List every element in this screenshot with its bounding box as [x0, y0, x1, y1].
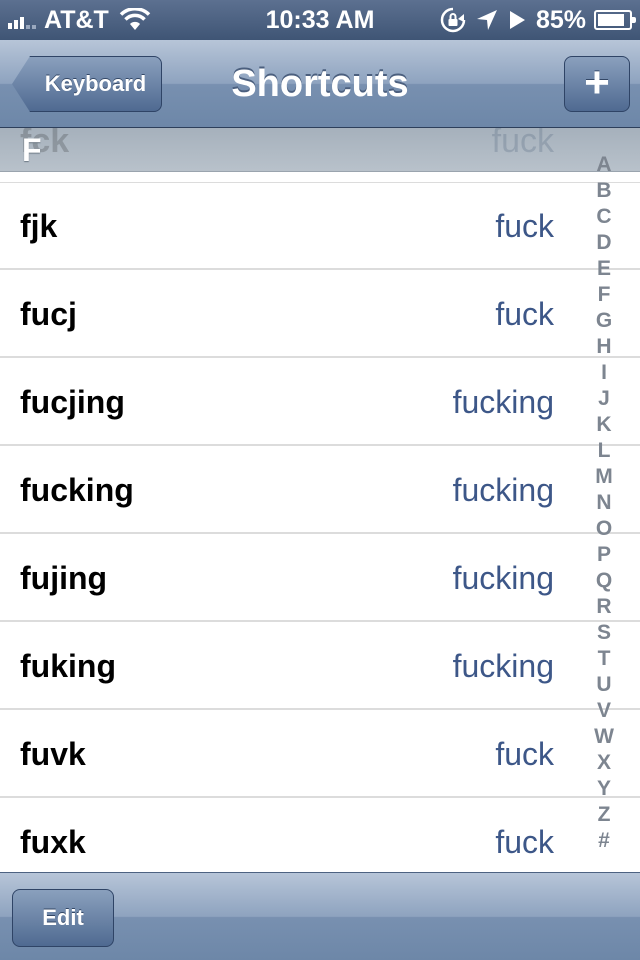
index-letter[interactable]: J: [598, 386, 610, 412]
phrase-text: fucking: [452, 648, 554, 684]
index-letter[interactable]: X: [597, 750, 611, 776]
index-letter[interactable]: M: [595, 464, 613, 490]
phrase-text: fuck: [495, 208, 554, 244]
add-shortcut-button[interactable]: +: [564, 56, 630, 112]
list-item[interactable]: fjk fuck: [0, 182, 640, 270]
index-letter[interactable]: N: [596, 490, 611, 516]
index-letter[interactable]: W: [594, 724, 614, 750]
index-letter[interactable]: S: [597, 620, 611, 646]
shortcut-list: fjk fuck fucj fuck fucjing fucking fucki…: [0, 182, 640, 886]
section-letter: F: [22, 132, 42, 168]
section-index[interactable]: A B C D E F G H I J K L M N O P Q R S T …: [592, 152, 616, 854]
index-letter[interactable]: #: [598, 828, 610, 854]
index-letter[interactable]: I: [601, 360, 607, 386]
list-item[interactable]: fucjing fucking: [0, 358, 640, 446]
list-item[interactable]: fuking fucking: [0, 622, 640, 710]
index-letter[interactable]: V: [597, 698, 611, 724]
section-header: fck fuck F: [0, 128, 640, 172]
play-icon: [509, 11, 525, 29]
index-letter[interactable]: T: [598, 646, 611, 672]
shortcut-text: fucking: [20, 472, 134, 508]
shortcut-text: fucj: [20, 296, 77, 332]
battery-icon: [594, 10, 636, 30]
index-letter[interactable]: G: [596, 308, 612, 334]
status-bar: AT&T 10:33 AM 85%: [0, 0, 640, 40]
index-letter[interactable]: L: [598, 438, 611, 464]
shortcut-text: fujing: [20, 560, 108, 596]
index-letter[interactable]: K: [596, 412, 611, 438]
list-item[interactable]: fuvk fuck: [0, 710, 640, 798]
battery-fill: [598, 14, 624, 26]
bottom-toolbar: Edit: [0, 872, 640, 960]
edit-button[interactable]: Edit: [12, 889, 114, 947]
back-button-keyboard[interactable]: Keyboard: [12, 56, 162, 112]
index-letter[interactable]: D: [596, 230, 611, 256]
index-letter[interactable]: Z: [598, 802, 611, 828]
rotation-lock-icon: [440, 7, 466, 33]
index-letter[interactable]: C: [596, 204, 611, 230]
index-letter[interactable]: Y: [597, 776, 611, 802]
index-letter[interactable]: A: [596, 152, 611, 178]
index-letter[interactable]: B: [596, 178, 611, 204]
index-letter[interactable]: R: [596, 594, 611, 620]
index-letter[interactable]: F: [598, 282, 611, 308]
index-letter[interactable]: E: [597, 256, 611, 282]
shortcut-text: fjk: [20, 208, 58, 244]
index-letter[interactable]: O: [596, 516, 612, 542]
phrase-text: fucking: [452, 560, 554, 596]
shortcut-text: fuking: [20, 648, 116, 684]
navigation-bar: Shortcuts Keyboard +: [0, 40, 640, 128]
list-item[interactable]: fucj fuck: [0, 270, 640, 358]
index-letter[interactable]: H: [596, 334, 611, 360]
shortcut-text: fuvk: [20, 736, 86, 772]
list-item[interactable]: fucking fucking: [0, 446, 640, 534]
phrase-text: fucking: [452, 472, 554, 508]
section-header-ghost-phrase: fuck: [491, 128, 554, 160]
index-letter[interactable]: Q: [596, 568, 612, 594]
list-item[interactable]: fujing fucking: [0, 534, 640, 622]
index-letter[interactable]: U: [596, 672, 611, 698]
location-icon: [476, 10, 497, 30]
phrase-text: fuck: [495, 736, 554, 772]
battery-percent: 85%: [535, 5, 586, 34]
status-right: 85%: [440, 5, 636, 34]
phrase-text: fuck: [495, 296, 554, 332]
phrase-text: fucking: [452, 384, 554, 420]
shortcut-text: fucjing: [20, 384, 125, 420]
index-letter[interactable]: P: [597, 542, 611, 568]
